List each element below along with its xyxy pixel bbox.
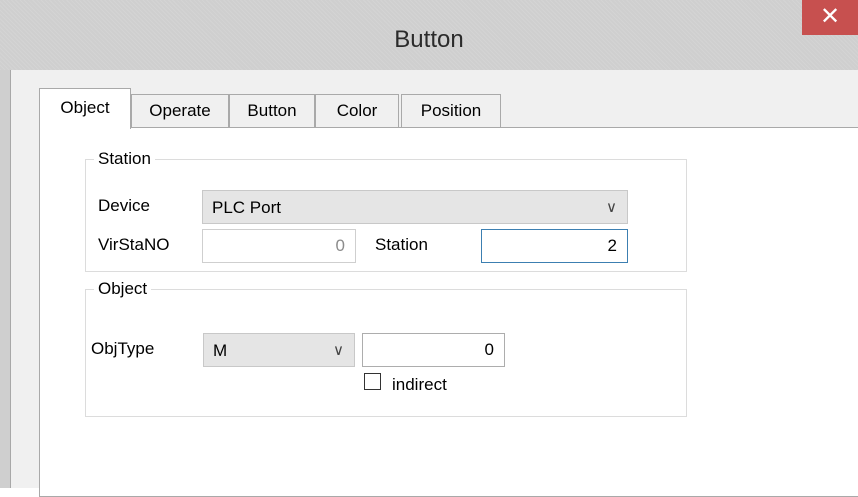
device-select-value: PLC Port xyxy=(212,198,281,217)
chevron-down-icon: ∨ xyxy=(333,341,344,359)
object-address-field[interactable]: 0 xyxy=(362,333,505,367)
close-icon: ✕ xyxy=(819,2,841,30)
indirect-label: indirect xyxy=(392,375,447,394)
device-label: Device xyxy=(98,196,150,215)
virstano-label: VirStaNO xyxy=(98,235,170,254)
station-group-label: Station xyxy=(94,149,155,169)
close-button[interactable]: ✕ xyxy=(802,0,858,35)
chevron-down-icon: ∨ xyxy=(606,198,617,216)
tab-color[interactable]: Color xyxy=(315,94,399,128)
dialog-body: Object Operate Button Color Position Sta… xyxy=(10,70,858,497)
title-bar[interactable]: Button ✕ xyxy=(0,0,858,70)
station-field[interactable]: 2 xyxy=(481,229,628,263)
objtype-select-value: M xyxy=(213,341,228,360)
tab-panel-object: Station Device PLC Port ∨ VirStaNO 0 Sta… xyxy=(39,127,858,497)
device-select[interactable]: PLC Port ∨ xyxy=(202,190,628,224)
tab-position[interactable]: Position xyxy=(401,94,501,128)
dialog-window: Button ✕ Object Operate Button Color Pos… xyxy=(0,0,858,497)
object-group-label: Object xyxy=(94,279,152,299)
window-title: Button xyxy=(394,26,464,53)
objtype-label: ObjType xyxy=(91,339,155,358)
tab-object[interactable]: Object xyxy=(39,88,131,129)
indirect-checkbox[interactable] xyxy=(364,373,381,390)
virstano-field[interactable]: 0 xyxy=(202,229,356,263)
objtype-select[interactable]: M ∨ xyxy=(203,333,355,367)
station-label: Station xyxy=(375,235,428,254)
tab-button[interactable]: Button xyxy=(229,94,315,128)
tab-operate[interactable]: Operate xyxy=(131,94,229,128)
